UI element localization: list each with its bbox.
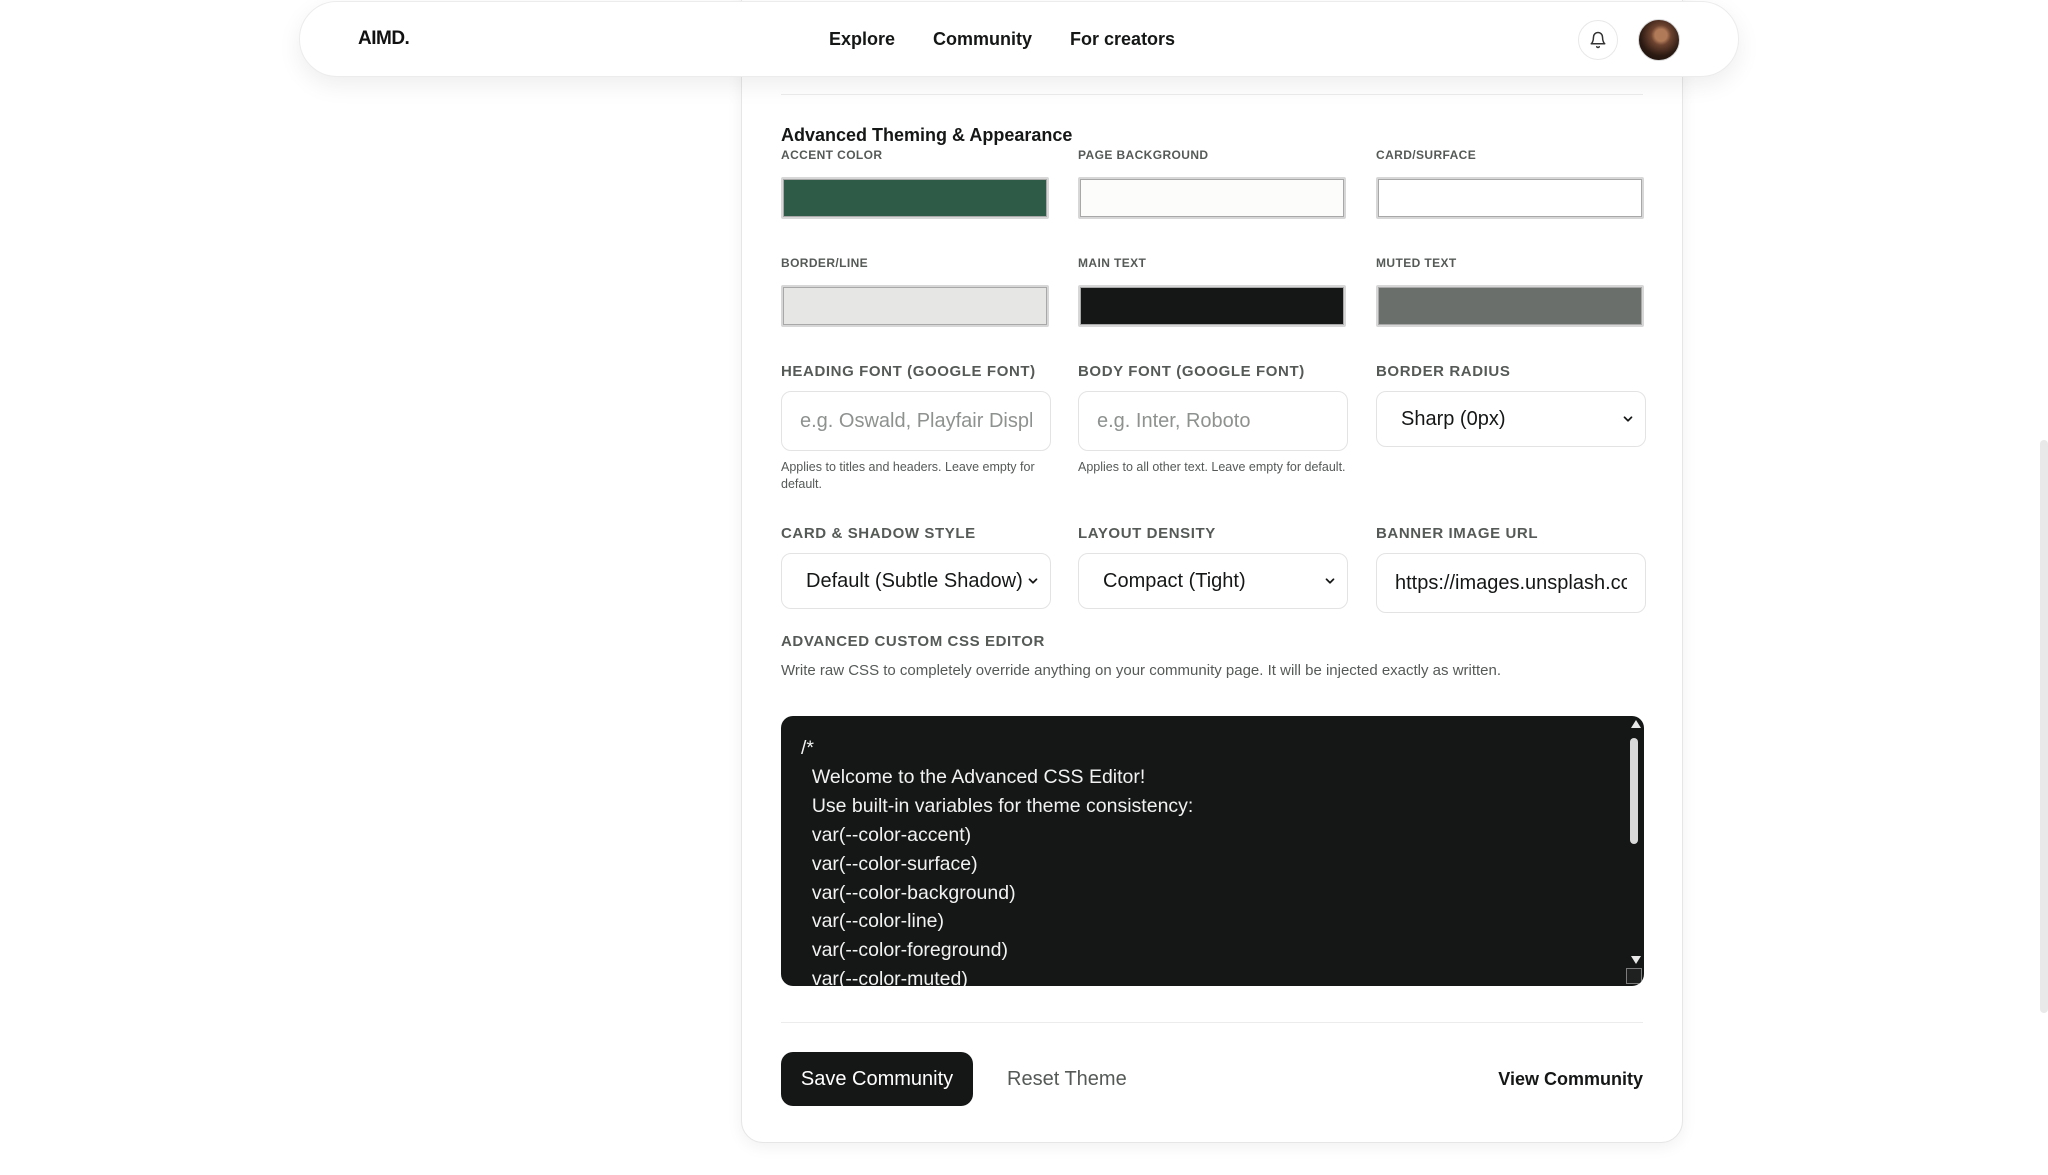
card-style-value: Default (Subtle Shadow): [806, 569, 1023, 592]
scroll-up-arrow-icon[interactable]: [1631, 720, 1641, 728]
main-text-picker[interactable]: [1078, 285, 1346, 327]
css-editor-description: Write raw CSS to completely override any…: [781, 662, 1502, 679]
heading-font-input[interactable]: [781, 391, 1051, 451]
divider: [781, 94, 1643, 95]
chevron-down-icon: [1026, 574, 1040, 588]
card-style-select[interactable]: Default (Subtle Shadow): [781, 553, 1051, 609]
banner-url-input[interactable]: [1376, 553, 1646, 613]
border-line-picker[interactable]: [781, 285, 1049, 327]
border-radius-select[interactable]: Sharp (0px): [1376, 391, 1646, 447]
card-surface-label: CARD/SURFACE: [1376, 148, 1477, 162]
notifications-button[interactable]: [1578, 20, 1618, 60]
border-radius-label: BORDER RADIUS: [1376, 363, 1511, 380]
main-text-label: MAIN TEXT: [1078, 256, 1147, 270]
accent-color-swatch: [783, 179, 1047, 217]
muted-text-label: MUTED TEXT: [1376, 256, 1457, 270]
bell-icon: [1590, 31, 1606, 49]
muted-text-swatch: [1378, 287, 1642, 325]
body-font-help: Applies to all other text. Leave empty f…: [1078, 460, 1346, 474]
heading-font-label: HEADING FONT (GOOGLE FONT): [781, 363, 1036, 380]
chevron-down-icon: [1323, 574, 1337, 588]
border-line-swatch: [783, 287, 1047, 325]
page-background-swatch: [1080, 179, 1344, 217]
css-editor-code[interactable]: /* Welcome to the Advanced CSS Editor! U…: [781, 716, 1624, 986]
card-surface-swatch: [1378, 179, 1642, 217]
css-editor[interactable]: /* Welcome to the Advanced CSS Editor! U…: [781, 716, 1644, 986]
nav-link-community[interactable]: Community: [933, 29, 1032, 50]
top-navbar: AIMD. Explore Community For creators: [299, 1, 1739, 77]
scroll-thumb[interactable]: [1630, 738, 1638, 844]
card-style-label: CARD & SHADOW STYLE: [781, 525, 976, 542]
css-editor-scrollbar[interactable]: [1626, 716, 1644, 986]
border-line-label: BORDER/LINE: [781, 256, 869, 270]
body-font-label: BODY FONT (GOOGLE FONT): [1078, 363, 1305, 380]
banner-url-label: BANNER IMAGE URL: [1376, 525, 1539, 542]
page-background-label: PAGE BACKGROUND: [1078, 148, 1209, 162]
nav-link-for-creators[interactable]: For creators: [1070, 29, 1175, 50]
card-surface-picker[interactable]: [1376, 177, 1644, 219]
section-title: Advanced Theming & Appearance: [781, 125, 1073, 145]
border-radius-value: Sharp (0px): [1401, 407, 1506, 430]
scroll-down-arrow-icon[interactable]: [1631, 956, 1641, 964]
main-text-swatch: [1080, 287, 1344, 325]
view-community-link[interactable]: View Community: [1498, 1052, 1643, 1106]
page-background-picker[interactable]: [1078, 177, 1346, 219]
layout-density-value: Compact (Tight): [1103, 569, 1246, 592]
settings-card: Advanced Theming & Appearance ACCENT COL…: [741, 0, 1683, 1143]
nav-links: Explore Community For creators: [829, 29, 1175, 50]
body-font-input[interactable]: [1078, 391, 1348, 451]
css-editor-label: ADVANCED CUSTOM CSS EDITOR: [781, 633, 1045, 650]
muted-text-picker[interactable]: [1376, 285, 1644, 327]
accent-color-label: ACCENT COLOR: [781, 148, 883, 162]
brand-logo[interactable]: AIMD.: [358, 28, 410, 50]
layout-density-label: LAYOUT DENSITY: [1078, 525, 1216, 542]
nav-link-explore[interactable]: Explore: [829, 29, 895, 50]
user-avatar[interactable]: [1638, 19, 1680, 61]
resize-handle-icon[interactable]: [1626, 968, 1642, 984]
layout-density-select[interactable]: Compact (Tight): [1078, 553, 1348, 609]
save-community-button[interactable]: Save Community: [781, 1052, 973, 1106]
reset-theme-button[interactable]: Reset Theme: [1007, 1052, 1127, 1106]
accent-color-picker[interactable]: [781, 177, 1049, 219]
page-scrollbar[interactable]: [2040, 440, 2048, 1013]
chevron-down-icon: [1621, 412, 1635, 426]
heading-font-help: Applies to titles and headers. Leave emp…: [781, 460, 1035, 491]
divider: [781, 1022, 1643, 1023]
